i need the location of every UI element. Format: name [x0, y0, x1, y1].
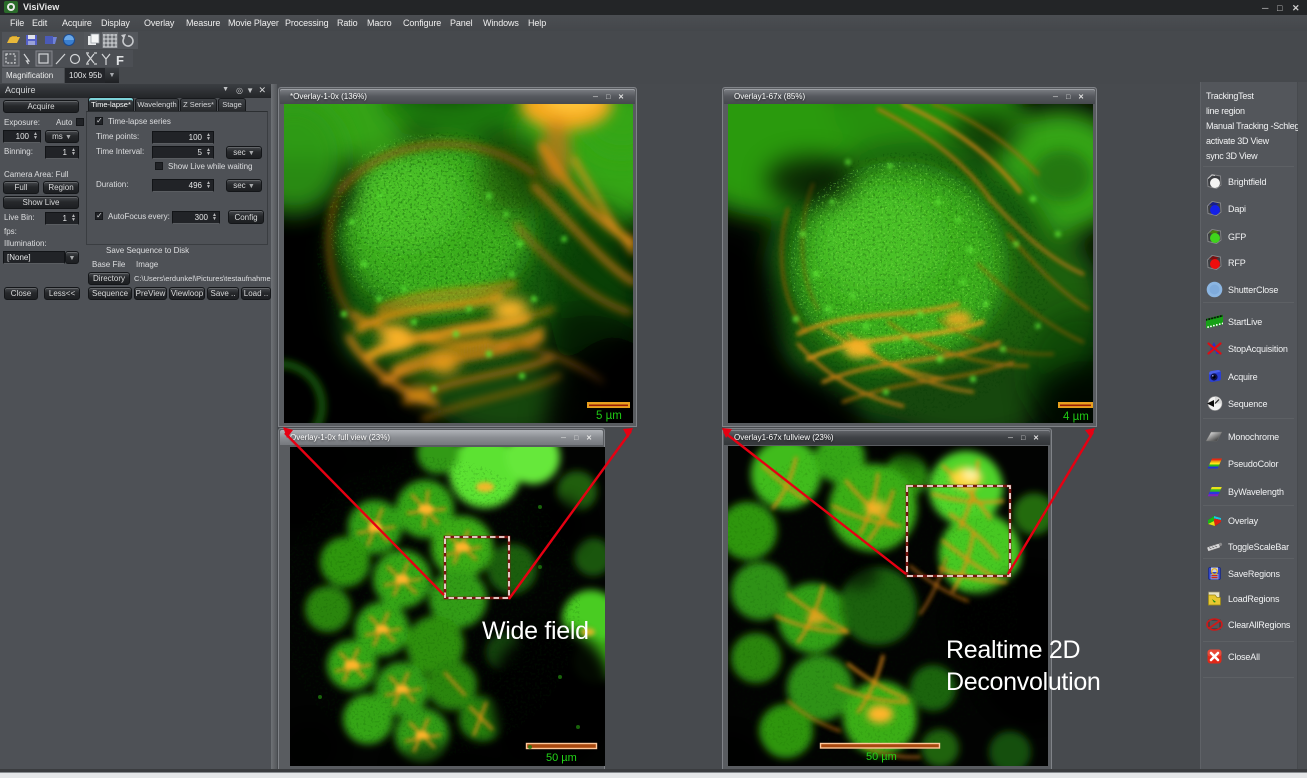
svg-text:F: F — [116, 53, 124, 68]
svg-text:4 µm: 4 µm — [1063, 411, 1089, 423]
svg-text:5 µm: 5 µm — [596, 410, 622, 422]
svg-text:50 µm: 50 µm — [546, 752, 577, 764]
svg-text:50 µm: 50 µm — [866, 751, 897, 763]
